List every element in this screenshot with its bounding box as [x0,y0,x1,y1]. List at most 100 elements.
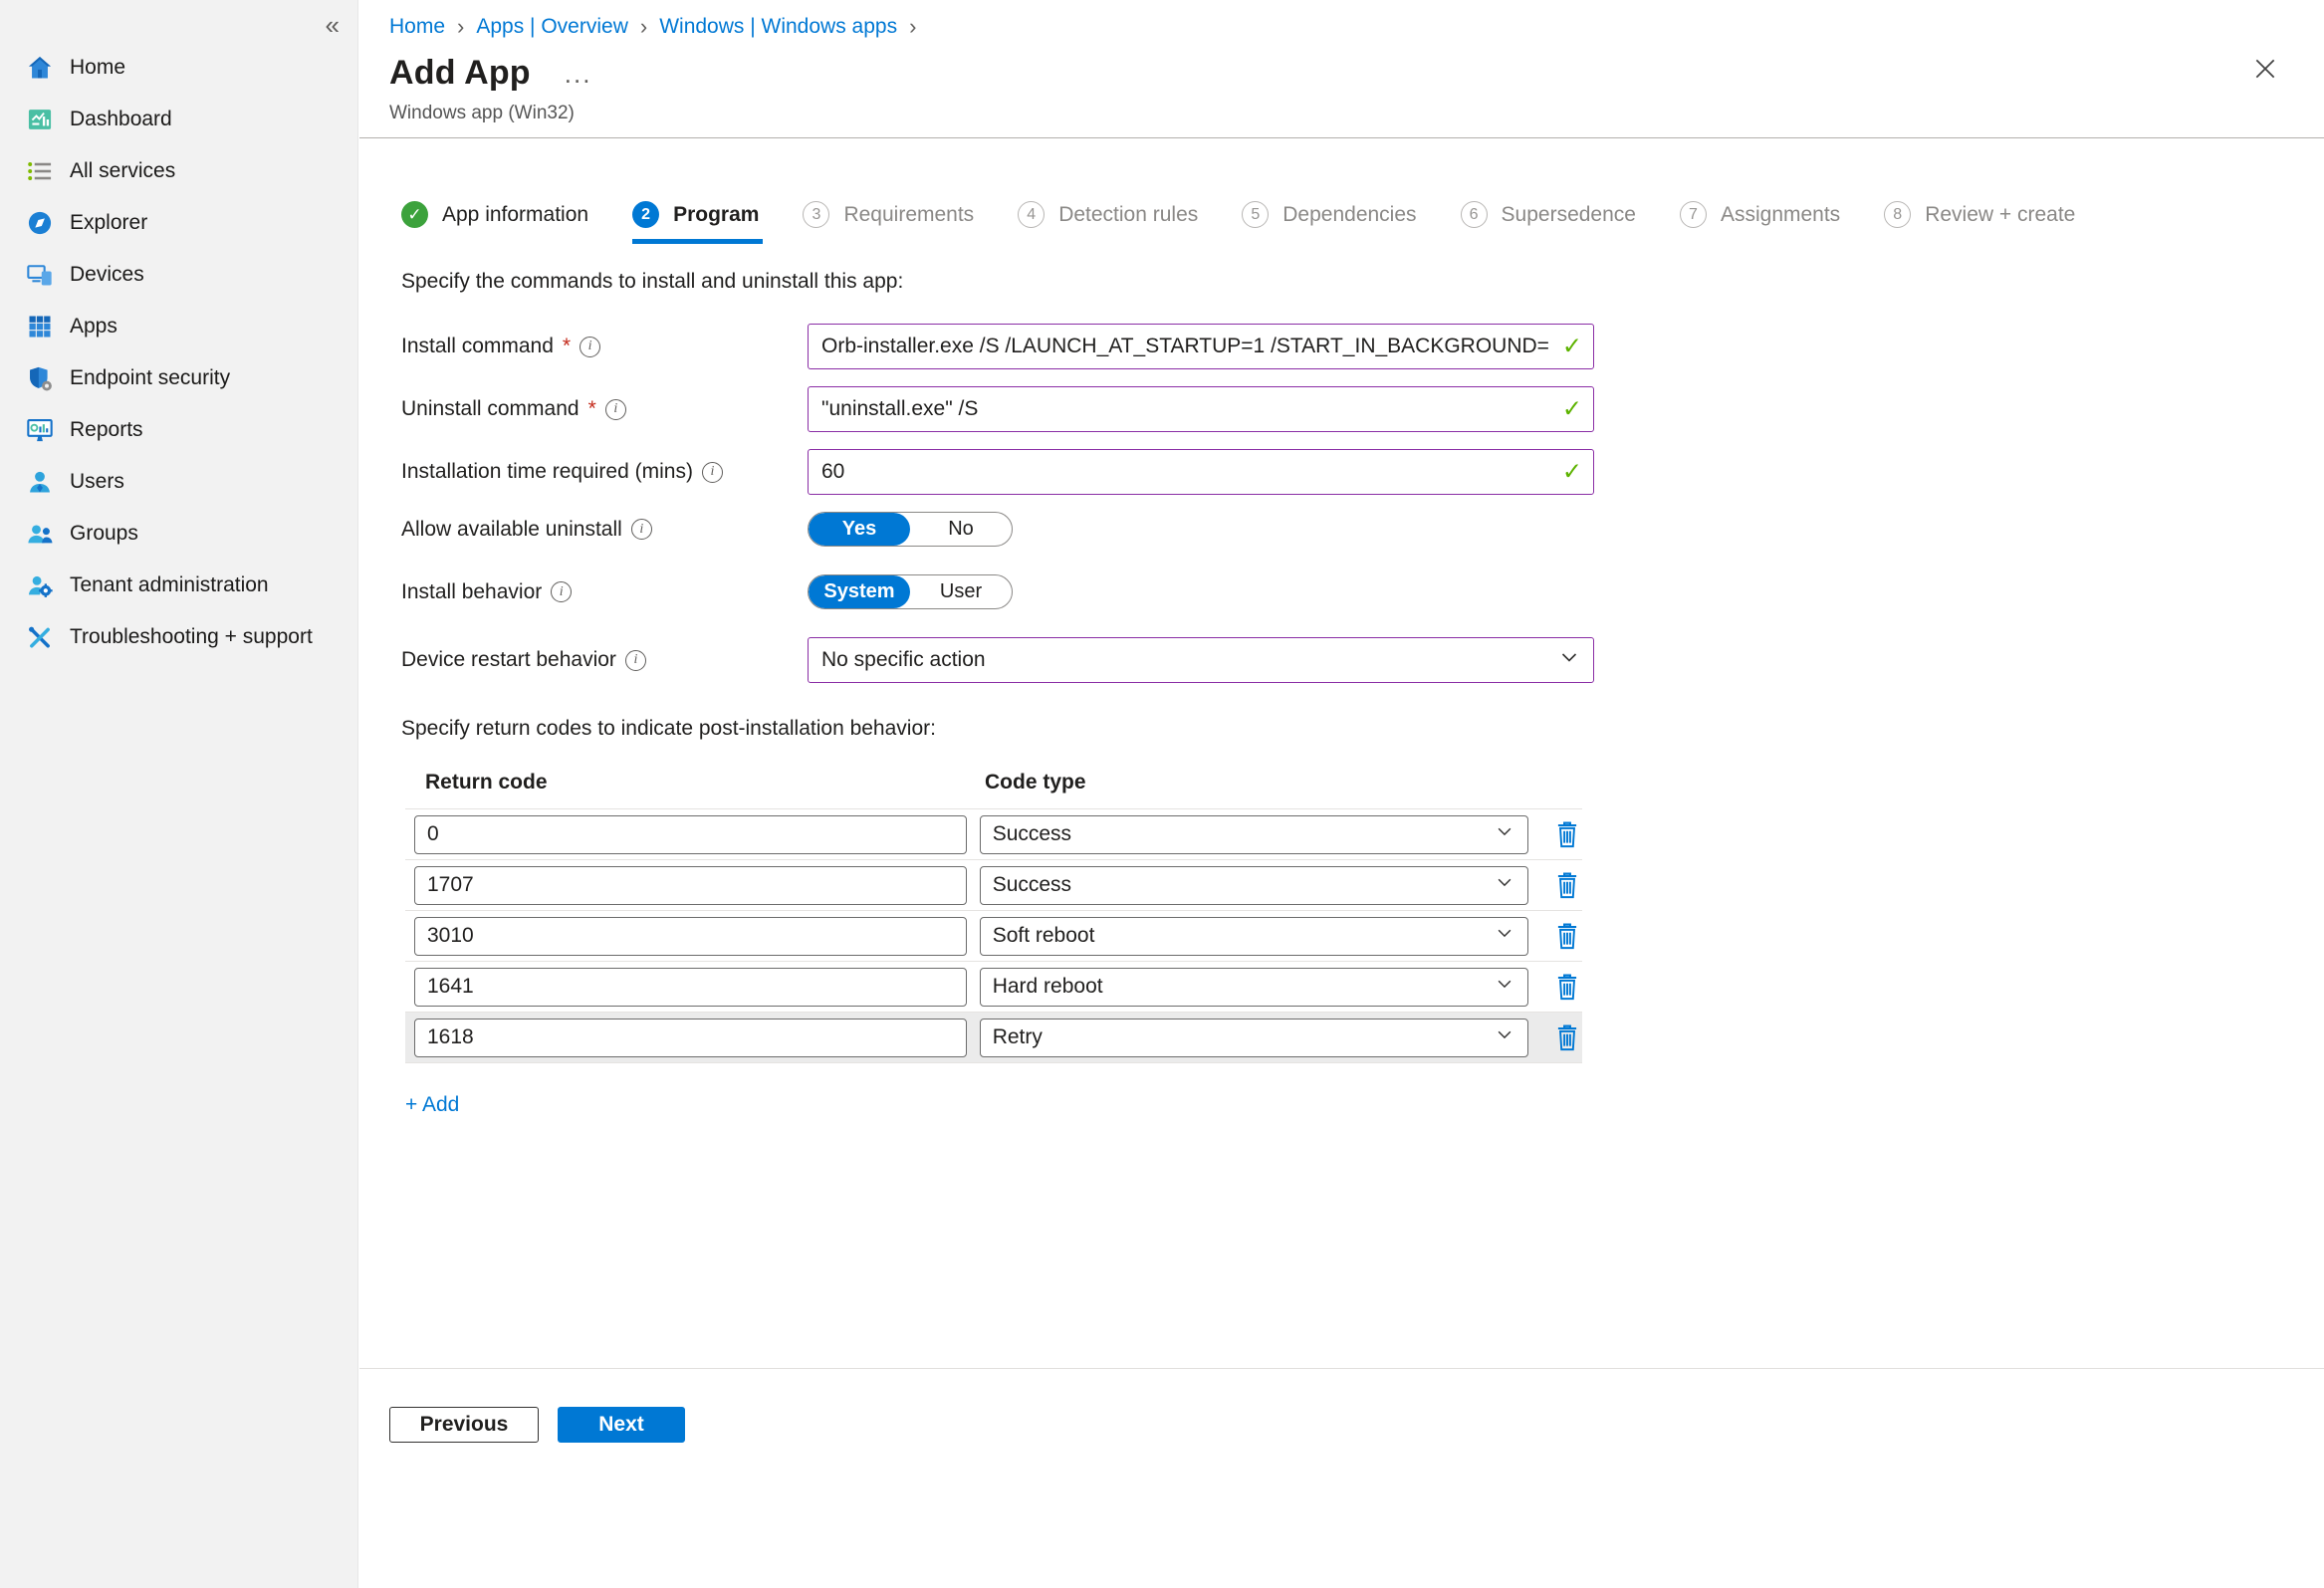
install-command-input[interactable] [808,324,1594,369]
breadcrumb-link-home[interactable]: Home [389,15,445,39]
delete-row-icon[interactable] [1552,970,1582,1004]
sidebar-collapse-icon[interactable]: « [326,10,340,41]
install-command-label: Install command [401,335,554,358]
breadcrumb-link-windows-apps[interactable]: Windows | Windows apps [659,15,897,39]
sidebar-item-reports[interactable]: Reports [0,404,357,456]
sidebar-item-explorer[interactable]: Explorer [0,197,357,249]
next-button[interactable]: Next [558,1407,685,1443]
allow-uninstall-toggle: Yes No [808,512,1013,547]
troubleshooting-icon [26,623,54,651]
install-behavior-toggle: System User [808,574,1013,609]
sidebar-item-devices[interactable]: Devices [0,249,357,301]
chevron-down-icon [1496,822,1513,846]
step-detection-rules[interactable]: 4 Detection rules [1018,201,1198,230]
return-code-input[interactable] [414,815,967,854]
required-marker: * [563,335,571,358]
code-type-select[interactable]: Retry [980,1019,1529,1057]
sidebar-item-label: Reports [70,418,143,442]
info-icon[interactable] [551,581,572,602]
install-behavior-user-option[interactable]: User [910,575,1012,608]
sidebar-item-apps[interactable]: Apps [0,301,357,352]
user-icon [26,468,54,496]
shield-gear-icon [26,364,54,392]
delete-row-icon[interactable] [1552,817,1582,851]
sidebar-item-label: All services [70,159,175,183]
code-type-header: Code type [985,771,1086,794]
sidebar-item-troubleshooting[interactable]: Troubleshooting + support [0,611,357,663]
sidebar-item-dashboard[interactable]: Dashboard [0,94,357,145]
return-code-row: Success [405,808,1582,859]
tenant-admin-icon [26,571,54,599]
sidebar-item-label: Explorer [70,211,147,235]
info-icon[interactable] [631,519,652,540]
allow-uninstall-label: Allow available uninstall [401,518,622,542]
groups-icon [26,520,54,548]
return-code-input[interactable] [414,866,967,905]
home-icon [26,54,54,82]
breadcrumb-separator-icon: › [455,14,466,40]
code-type-select[interactable]: Success [980,815,1529,854]
wizard-steps: ✓1 App information 2 Program 3 Requireme… [401,201,2324,230]
step-number-badge: 2 [632,201,659,228]
close-icon[interactable] [2248,52,2282,86]
sidebar-item-users[interactable]: Users [0,456,357,508]
chevron-down-icon [1496,975,1513,999]
page-title: Add App [389,54,531,93]
step-program[interactable]: 2 Program [632,201,759,230]
sidebar-item-all-services[interactable]: All services [0,145,357,197]
uninstall-command-label: Uninstall command [401,397,580,421]
sidebar-item-home[interactable]: Home [0,42,357,94]
return-code-input[interactable] [414,1019,967,1057]
info-icon[interactable] [702,462,723,483]
step-requirements[interactable]: 3 Requirements [803,201,974,230]
info-icon[interactable] [625,650,646,671]
reports-icon [26,416,54,444]
step-assignments[interactable]: 7 Assignments [1680,201,1840,230]
restart-behavior-dropdown[interactable]: No specific action [808,637,1594,683]
allow-uninstall-no-option[interactable]: No [910,513,1012,546]
delete-row-icon[interactable] [1552,1021,1582,1054]
restart-behavior-row: Device restart behavior No specific acti… [401,637,2324,683]
commands-section-title: Specify the commands to install and unin… [401,270,2324,294]
code-type-select[interactable]: Hard reboot [980,968,1529,1007]
install-time-row: Installation time required (mins) ✓ [401,449,2324,495]
delete-row-icon[interactable] [1552,919,1582,953]
delete-row-icon[interactable] [1552,868,1582,902]
breadcrumb-link-apps-overview[interactable]: Apps | Overview [476,15,628,39]
page-header: Home › Apps | Overview › Windows | Windo… [359,0,2324,138]
add-app-page: « Home Dashboard All services [0,0,2324,1588]
code-type-select[interactable]: Success [980,866,1529,905]
page-subtitle: Windows app (Win32) [389,103,2324,124]
step-review-create[interactable]: 8 Review + create [1884,201,2075,230]
step-complete-check-icon: ✓1 [401,201,428,228]
info-icon[interactable] [580,337,600,357]
sidebar-item-label: Devices [70,263,144,287]
install-time-input[interactable] [808,449,1594,495]
return-code-input[interactable] [414,917,967,956]
step-number-badge: 8 [1884,201,1911,228]
sidebar-item-tenant-administration[interactable]: Tenant administration [0,560,357,611]
step-number-badge: 3 [803,201,829,228]
previous-button[interactable]: Previous [389,1407,539,1443]
allow-uninstall-yes-option[interactable]: Yes [809,513,910,546]
more-menu-icon[interactable]: ... [565,69,592,79]
uninstall-command-input[interactable] [808,386,1594,432]
info-icon[interactable] [605,399,626,420]
code-type-select[interactable]: Soft reboot [980,917,1529,956]
step-dependencies[interactable]: 5 Dependencies [1242,201,1416,230]
return-code-row: Success [405,859,1582,910]
sidebar-item-groups[interactable]: Groups [0,508,357,560]
add-return-code-button[interactable]: + Add [405,1093,459,1117]
step-number-badge: 5 [1242,201,1269,228]
sidebar-item-endpoint-security[interactable]: Endpoint security [0,352,357,404]
return-code-row-highlighted: Retry [405,1012,1582,1062]
return-code-input[interactable] [414,968,967,1007]
install-behavior-system-option[interactable]: System [809,575,910,608]
devices-icon [26,261,54,289]
breadcrumb: Home › Apps | Overview › Windows | Windo… [389,14,2324,40]
return-codes-section-title: Specify return codes to indicate post-in… [401,717,2324,741]
return-code-row: Soft reboot [405,910,1582,961]
step-app-information[interactable]: ✓1 App information [401,201,588,230]
install-behavior-row: Install behavior System User [401,574,2324,609]
step-supersedence[interactable]: 6 Supersedence [1461,201,1636,230]
